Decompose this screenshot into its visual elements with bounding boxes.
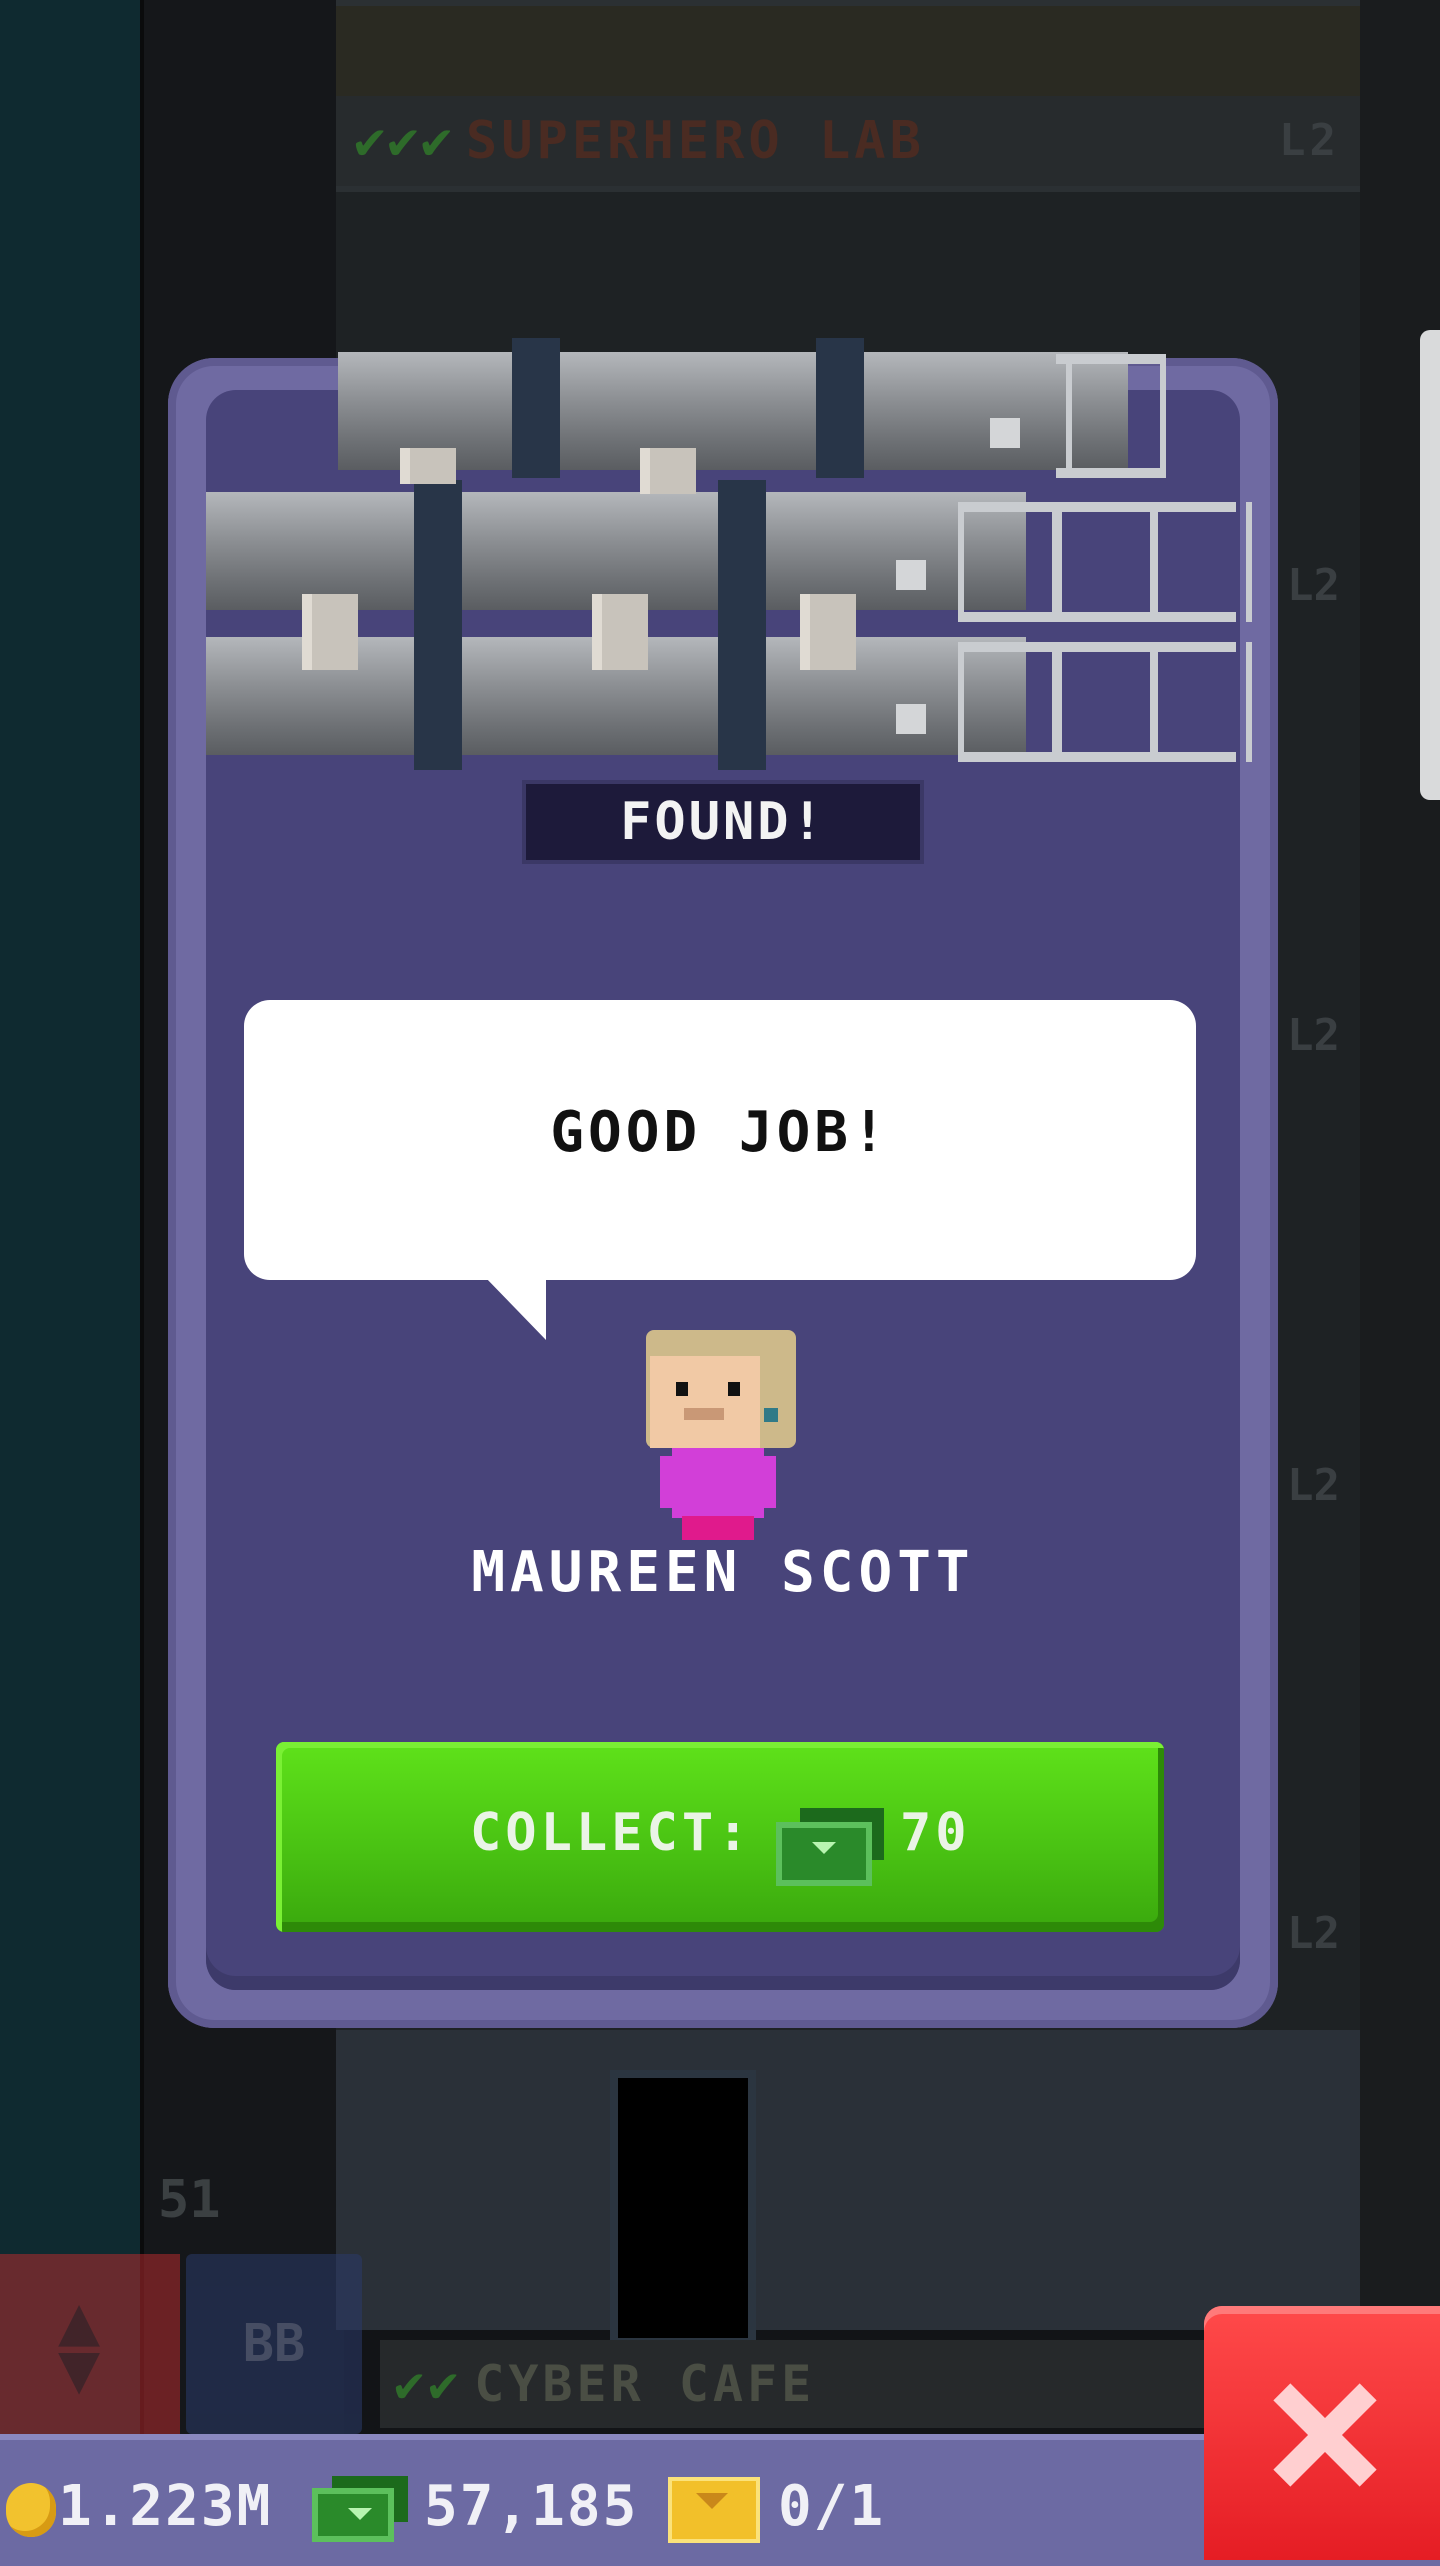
floor-number: 51 [158,2170,221,2230]
side-level-4: L2 [1287,1908,1340,1959]
floor-top [336,0,1360,102]
speech-text: GOOD JOB! [550,1100,890,1165]
bux-icon [776,1822,872,1886]
elevator-shaft [0,0,140,2560]
found-label: FOUND! [522,780,924,864]
coins-count: 1.223M [58,2474,273,2539]
side-level-2: L2 [1287,1010,1340,1061]
side-level-3: L2 [1287,1460,1340,1511]
floor-cyber-cafe-room [336,2030,1360,2330]
bb-button[interactable]: BB [186,2254,362,2434]
floor-name: SUPERHERO LAB [465,111,925,171]
side-level-1: L2 [1287,560,1340,611]
coin-icon [6,2483,56,2537]
bux-icon [312,2488,394,2542]
floor-level: L2 [1279,115,1340,166]
collect-amount: 70 [900,1803,971,1863]
check-icons: ✔✔ [394,2355,463,2413]
floor-name: CYBER CAFE [474,2355,816,2413]
floor-label-superhero-lab[interactable]: ✔✔✔ SUPERHERO LAB L2 [336,96,1360,186]
character-avatar [646,1330,796,1540]
door [610,2070,756,2346]
ticket-icon [668,2477,760,2543]
character-name: MAUREEN SCOTT [471,1540,975,1605]
collect-label: COLLECT: [470,1803,753,1863]
tickets-count: 0/1 [778,2474,886,2539]
elevator-arrows-icon: ▲ ▼ [58,2279,101,2409]
safe-graphic [206,332,1252,772]
check-icons: ✔✔✔ [354,111,454,171]
elevator-button[interactable]: ▲ ▼ [0,2254,180,2434]
scroll-handle[interactable] [1420,330,1440,800]
close-icon [1270,2380,1380,2490]
bux-count: 57,185 [424,2474,639,2539]
